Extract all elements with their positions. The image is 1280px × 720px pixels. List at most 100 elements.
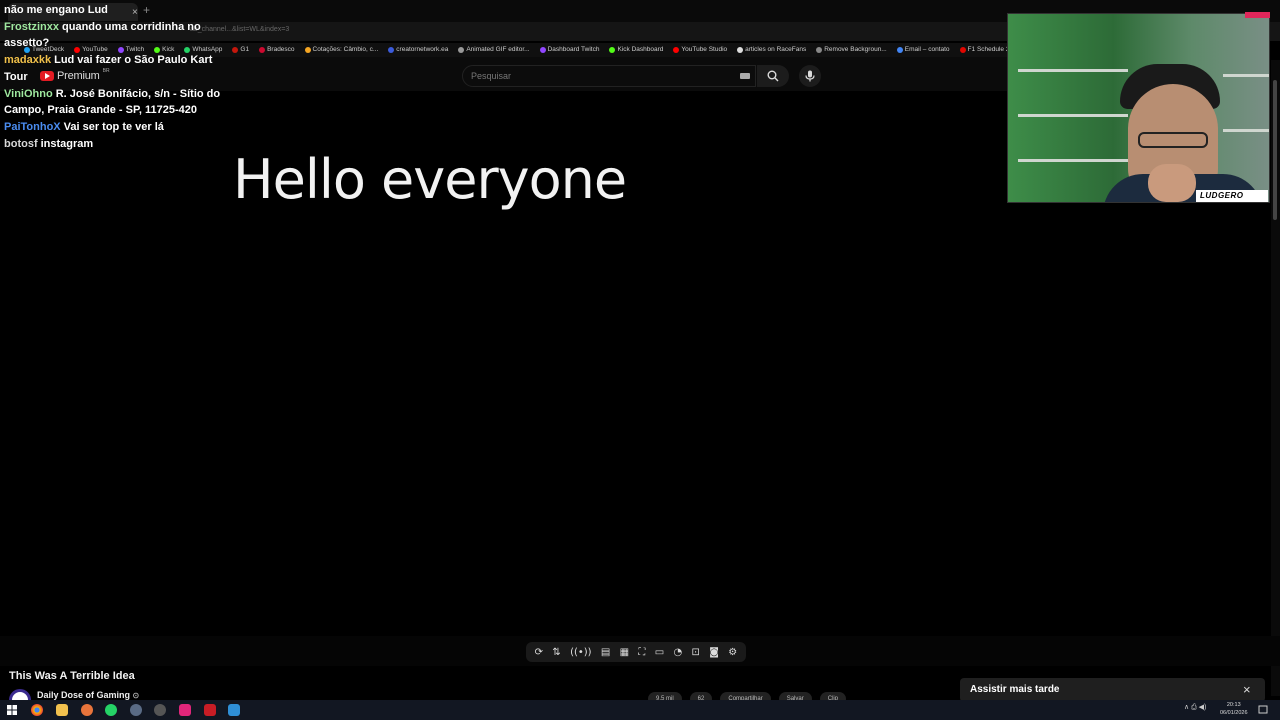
bookmark-favicon-icon <box>896 47 903 53</box>
search-icon <box>767 70 779 82</box>
bookshelf <box>1018 114 1128 117</box>
scrollbar-thumb[interactable] <box>1273 80 1277 220</box>
subtitles-icon[interactable]: ⊡ <box>692 647 700 658</box>
bookmark-item[interactable]: F1 Schedule 2026 <box>959 43 1010 57</box>
bookmark-favicon-icon <box>388 47 395 53</box>
chat-message: não me engano Lud <box>4 2 224 19</box>
windows-start-icon[interactable] <box>7 705 17 715</box>
toast-label: Assistir mais tarde <box>970 684 1060 695</box>
steam-icon[interactable] <box>130 704 142 716</box>
voice-search-button[interactable] <box>799 65 821 87</box>
bookmark-label: articles on RaceFans <box>745 46 807 53</box>
bookshelf <box>1018 159 1128 162</box>
bookmark-favicon-icon <box>232 47 239 53</box>
watch-later-toast: Assistir mais tarde × <box>960 678 1265 702</box>
webcam-brand-logo: LUDGERO <box>1196 190 1268 202</box>
chrome-icon[interactable] <box>31 704 43 716</box>
notification-icon[interactable] <box>1258 705 1268 715</box>
chat-text: Vai ser top te ver lá <box>63 120 164 133</box>
bookmark-label: Animated GIF editor... <box>466 46 530 53</box>
search-input[interactable] <box>471 71 731 81</box>
bookmark-label: YouTube Studio <box>681 46 728 53</box>
bookmark-item[interactable]: Bradesco <box>259 43 295 57</box>
chat-username: botosf <box>4 137 38 150</box>
bookmark-label: Kick Dashboard <box>617 46 664 53</box>
settings-icon[interactable]: ⚙ <box>728 647 737 658</box>
broadcast-icon[interactable]: ((•)) <box>570 647 592 658</box>
taskbar-clock[interactable]: 20:13 06/01/2026 <box>1220 701 1248 717</box>
clip-icon[interactable]: ▦ <box>620 647 629 658</box>
search-box <box>462 65 756 87</box>
bookmark-item[interactable]: articles on RaceFans <box>737 43 806 57</box>
chat-message: madaxkk Lud vai fazer o São Paulo Kart To… <box>4 52 224 85</box>
sort-icon[interactable]: ⇅ <box>552 647 560 658</box>
bookmark-label: Dashboard Twitch <box>547 46 600 53</box>
video-overlay-text: Hello everyone <box>233 148 627 211</box>
bookmark-label: G1 <box>240 46 250 53</box>
bookmark-favicon-icon <box>959 47 966 53</box>
bookmark-label: Cotações: Câmbio, c... <box>312 46 379 53</box>
fullscreen-icon[interactable]: ⛶ <box>638 647 645 658</box>
chat-message: ViniOhno R. José Bonifácio, s/n - Sítio d… <box>4 86 224 119</box>
bookshelf <box>1223 74 1269 77</box>
app-icon[interactable] <box>154 704 166 716</box>
overlay-accent <box>1245 12 1270 18</box>
loop-icon[interactable]: ⟳ <box>535 647 543 658</box>
chat-overlay: não me engano Lud Frostzinxx quando uma co… <box>4 2 224 152</box>
page-scrollbar[interactable] <box>1271 60 1280 696</box>
person-hand <box>1148 164 1196 202</box>
racing-app-icon[interactable] <box>204 704 216 716</box>
bookmark-label: Email – contato <box>904 46 950 53</box>
pink-app-icon[interactable] <box>179 704 191 716</box>
keyboard-icon[interactable] <box>740 73 750 79</box>
bookmark-item[interactable]: Kick Dashboard <box>609 43 663 57</box>
video-title[interactable]: This Was A Terrible Idea <box>9 670 135 682</box>
theater-icon[interactable]: ▭ <box>655 647 664 658</box>
bookmark-item[interactable]: Email – contato <box>896 43 950 57</box>
chat-message: Frostzinxx quando uma corridinha no asset… <box>4 19 224 52</box>
chat-username: madaxkk <box>4 54 52 67</box>
bookshelf <box>1018 69 1128 72</box>
blue-app-icon[interactable] <box>228 704 240 716</box>
bookmark-favicon-icon <box>609 47 616 53</box>
windows-taskbar <box>0 700 1280 720</box>
bookmark-favicon-icon <box>458 47 465 53</box>
bookmark-favicon-icon <box>673 47 680 53</box>
bookmark-item[interactable]: Dashboard Twitch <box>539 43 600 57</box>
webcam-feed <box>1007 13 1270 203</box>
verified-icon: ⊙ <box>132 691 140 700</box>
channel-name[interactable]: Daily Dose of Gaming ⊙ <box>37 690 139 700</box>
obs-icon[interactable] <box>81 704 93 716</box>
bookmark-favicon-icon <box>816 47 823 53</box>
chat-message: PaiTonhoX Vai ser top te ver lá <box>4 119 224 136</box>
bookmark-item[interactable]: Animated GIF editor... <box>458 43 530 57</box>
screenshot-icon[interactable]: ◙ <box>709 647 719 658</box>
person-glasses <box>1138 132 1208 148</box>
speed-icon[interactable]: ◔ <box>674 647 683 658</box>
bookmark-label: Remove Backgroun... <box>824 46 887 53</box>
bookmark-favicon-icon <box>304 47 311 53</box>
bookmark-label: Bradesco <box>267 46 295 53</box>
toast-close-icon[interactable]: × <box>1243 682 1251 697</box>
whatsapp-icon[interactable] <box>105 704 117 716</box>
bookmark-item[interactable]: creatornetwork.ea <box>388 43 448 57</box>
chat-text: não me engano Lud <box>4 4 108 16</box>
queue-icon[interactable]: ▤ <box>601 647 610 658</box>
player-controls: ⟳ ⇅ ((•)) ▤ ▦ ⛶ ▭ ◔ ⊡ ◙ ⚙ <box>526 642 746 662</box>
bookmark-label: F1 Schedule 2026 <box>967 46 1010 53</box>
bookmark-item[interactable]: Cotações: Câmbio, c... <box>304 43 379 57</box>
bookmark-item[interactable]: Remove Backgroun... <box>816 43 887 57</box>
chat-username: Frostzinxx <box>4 20 60 33</box>
chat-message: botosf instagram <box>4 136 224 153</box>
bookmark-favicon-icon <box>539 47 546 53</box>
bookmark-label: creatornetwork.ea <box>396 46 449 53</box>
bookmark-favicon-icon <box>259 47 266 53</box>
search-button[interactable] <box>757 65 789 87</box>
bookmark-item[interactable]: YouTube Studio <box>673 43 727 57</box>
file-explorer-icon[interactable] <box>56 704 68 716</box>
clock-date: 06/01/2026 <box>1220 710 1248 716</box>
clock-time: 20:13 <box>1226 702 1241 708</box>
system-tray[interactable]: ∧ ⎙ ◀) <box>1184 703 1206 712</box>
bookmark-item[interactable]: G1 <box>232 43 249 57</box>
bookmark-favicon-icon <box>737 47 744 53</box>
